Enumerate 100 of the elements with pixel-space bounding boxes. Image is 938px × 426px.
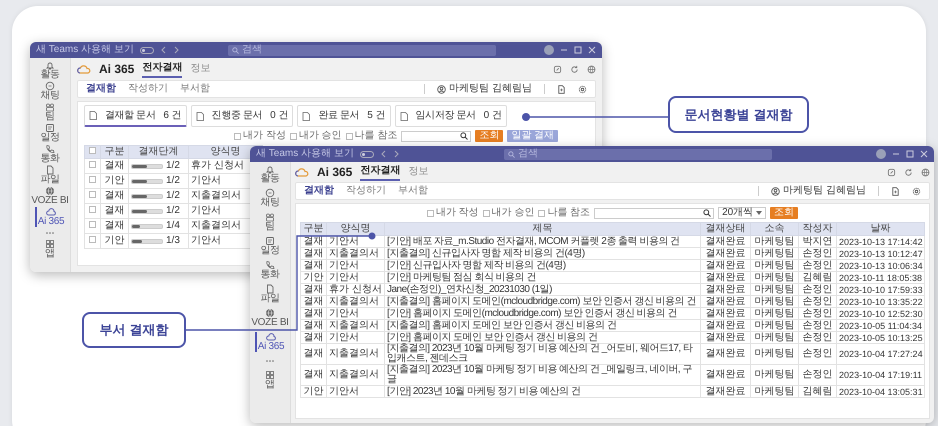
table-cell: 1/2 [128, 174, 188, 188]
avatar[interactable] [876, 149, 886, 159]
sidebar-item[interactable]: VOZE BI [250, 308, 290, 328]
row-checkbox[interactable] [89, 161, 96, 168]
globe-icon [44, 186, 55, 196]
sidebar-item[interactable]: 팀 [264, 212, 276, 232]
progress-bar [131, 194, 163, 198]
table-cell: 손정인 [798, 344, 836, 364]
sidebar-item[interactable]: 파일 [39, 165, 61, 185]
app-tab[interactable]: 전자결재 [142, 60, 182, 78]
table-cell: 1/4 [128, 218, 188, 234]
table-cell: 2023-10-04 17:19:11 [836, 364, 924, 386]
avatar[interactable] [544, 45, 554, 55]
filter-checkbox[interactable]: 내가 작성 [426, 208, 479, 218]
forward-icon[interactable] [172, 46, 180, 54]
refresh-icon[interactable] [904, 168, 913, 176]
sidebar-item[interactable]: 일정 [39, 123, 61, 143]
filter-checkbox[interactable]: 나를 참조 [538, 208, 590, 218]
table-cell: 2023-10-13 17:14:42 [836, 236, 924, 248]
app-tab[interactable]: 정보 [190, 61, 210, 77]
row-checkbox[interactable] [89, 221, 96, 228]
table-cell: 지출결의서 [326, 320, 384, 332]
table-cell: 마케팅팀 [750, 344, 798, 364]
toggle-switch[interactable] [140, 46, 154, 54]
row-checkbox[interactable] [89, 191, 96, 198]
table-cell: 결재 [300, 332, 326, 344]
cloud-logo-icon [295, 167, 309, 177]
table-cell: 결재완료 [700, 386, 750, 398]
file-icon [265, 284, 275, 294]
toggle-switch[interactable] [360, 150, 374, 158]
table-cell: 기안 [100, 174, 128, 188]
table-cell: 결재완료 [700, 248, 750, 260]
share-icon[interactable] [887, 168, 896, 176]
row-checkbox[interactable] [89, 206, 96, 213]
user-icon [771, 186, 780, 196]
settings-icon[interactable] [578, 84, 587, 94]
forward-icon[interactable] [392, 150, 400, 158]
share-icon[interactable] [553, 64, 562, 74]
page-size-dropdown[interactable]: 20개씩 [718, 207, 766, 219]
sidebar-item[interactable]: Ai 365 [34, 207, 66, 227]
tab[interactable]: 결재함 [86, 84, 116, 94]
table-cell: 결재완료 [700, 332, 750, 344]
tab[interactable]: 작성하기 [346, 186, 386, 196]
column-header: 결재상태 [700, 222, 750, 236]
user-menu[interactable]: 마케팅팀 김혜림님 [437, 84, 532, 94]
document-icon[interactable] [891, 186, 900, 196]
back-icon[interactable] [160, 46, 167, 54]
sidebar-item[interactable]: 팀 [44, 102, 56, 122]
refresh-icon[interactable] [570, 64, 579, 74]
sidebar-item[interactable]: 통화 [39, 144, 61, 164]
row-checkbox[interactable] [89, 236, 96, 243]
search-field[interactable] [401, 130, 472, 142]
maximize-icon[interactable] [574, 46, 582, 54]
app-tab[interactable]: 정보 [408, 164, 428, 180]
progress-bar [131, 208, 163, 214]
search-icon [703, 209, 712, 217]
sidebar-item[interactable]: 활동 [39, 60, 61, 80]
row-checkbox[interactable] [89, 176, 96, 183]
filter-checkbox[interactable]: 내가 작성 [234, 131, 286, 141]
table-cell: 손정인 [798, 296, 836, 308]
globe-icon[interactable] [921, 168, 930, 176]
table-cell: 김혜림 [798, 272, 836, 284]
table-cell: 결재 [300, 308, 326, 320]
status-card[interactable]: 진행중 문서 0 건 [190, 105, 294, 127]
sidebar-item[interactable]: VOZE BI [30, 186, 70, 206]
filter-checkbox[interactable]: 내가 승인 [482, 208, 534, 218]
tab[interactable]: 부서함 [180, 84, 210, 94]
table-cell: 결재 [300, 364, 326, 386]
sidebar-item[interactable]: 앱 [44, 239, 56, 259]
back-icon[interactable] [380, 150, 387, 158]
settings-icon[interactable] [912, 186, 921, 196]
status-card[interactable]: 임시저장 문서 0 건 [394, 105, 507, 127]
sidebar-item[interactable]: 파일 [259, 284, 281, 304]
sidebar-item[interactable]: 통화 [259, 260, 281, 280]
sidebar-item[interactable]: 채팅 [39, 81, 61, 101]
search-field[interactable] [594, 208, 714, 218]
globe-icon[interactable] [587, 64, 596, 74]
user-menu[interactable]: 마케팅팀 김혜림님 [771, 186, 866, 196]
tab[interactable]: 부서함 [398, 186, 428, 196]
table-cell: 결재 [300, 344, 326, 364]
sidebar-item[interactable]: Ai 365 [254, 332, 286, 352]
table-cell: 결재 [300, 260, 326, 272]
table-cell: 기안서 [326, 386, 384, 398]
tab[interactable]: 작성하기 [128, 84, 168, 94]
select-all-checkbox[interactable] [89, 147, 96, 154]
status-card[interactable]: 결재할 문서 6 건 [84, 105, 187, 127]
sidebar-item[interactable]: 앱 [264, 370, 276, 390]
tab[interactable]: 결재함 [304, 186, 334, 196]
filter-checkbox[interactable]: 내가 승인 [290, 131, 342, 141]
document-icon [400, 112, 408, 120]
table-cell: 마케팅팀 [750, 386, 798, 398]
close-icon[interactable] [920, 150, 928, 158]
maximize-icon[interactable] [906, 150, 914, 158]
close-icon[interactable] [588, 46, 596, 54]
table-cell: 결재 [300, 296, 326, 308]
table-cell: 1/2 [128, 204, 188, 218]
document-icon[interactable] [557, 84, 566, 94]
status-card[interactable]: 완료 문서 5 건 [297, 105, 391, 127]
filter-checkbox[interactable]: 나를 참조 [346, 131, 398, 141]
people-icon [45, 102, 55, 112]
